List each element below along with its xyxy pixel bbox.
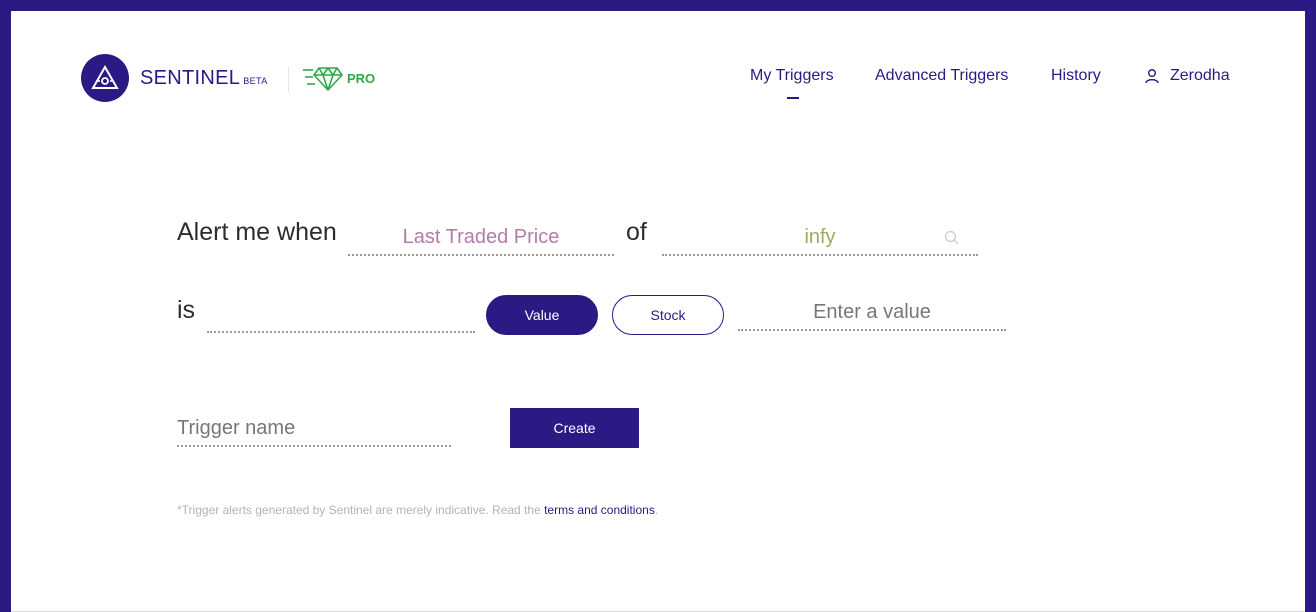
price-attribute-field[interactable]	[348, 220, 614, 256]
beta-badge: BETA	[243, 76, 268, 86]
disclaimer-body: *Trigger alerts generated by Sentinel ar…	[177, 503, 545, 517]
app-frame: SENTINEL BETA PRO My Triggers Advanced Tr…	[11, 11, 1305, 612]
trigger-name-input[interactable]	[177, 411, 451, 447]
user-menu[interactable]: Zerodha	[1144, 67, 1230, 85]
stock-toggle-button[interactable]: Stock	[612, 295, 724, 335]
alert-prefix-label: Alert me when	[177, 218, 337, 246]
of-label: of	[626, 218, 647, 246]
operator-select[interactable]	[207, 297, 475, 333]
header-divider	[288, 66, 289, 92]
search-icon[interactable]	[944, 230, 960, 246]
is-label: is	[177, 296, 196, 324]
nav-active-indicator	[787, 97, 799, 99]
nav-my-triggers[interactable]: My Triggers	[750, 67, 834, 85]
diamond-icon	[303, 67, 343, 91]
create-button[interactable]: Create	[510, 408, 639, 448]
value-toggle-button[interactable]: Value	[486, 295, 598, 335]
disclaimer-text: *Trigger alerts generated by Sentinel ar…	[177, 503, 658, 517]
stock-search-input[interactable]	[662, 220, 978, 256]
user-name: Zerodha	[1170, 67, 1230, 84]
disclaimer-end: .	[654, 503, 659, 517]
brand-name: SENTINEL BETA	[140, 67, 268, 90]
nav-advanced-triggers[interactable]: Advanced Triggers	[875, 67, 1008, 85]
pro-badge[interactable]: PRO	[303, 64, 375, 92]
user-icon	[1145, 69, 1159, 84]
nav-history[interactable]: History	[1051, 67, 1101, 85]
terms-link[interactable]: terms and conditions	[544, 503, 655, 517]
target-value-input[interactable]	[738, 295, 1006, 331]
pro-label: PRO	[347, 70, 376, 86]
sentinel-logo-icon[interactable]	[81, 54, 129, 102]
brand-title: SENTINEL	[140, 67, 241, 89]
